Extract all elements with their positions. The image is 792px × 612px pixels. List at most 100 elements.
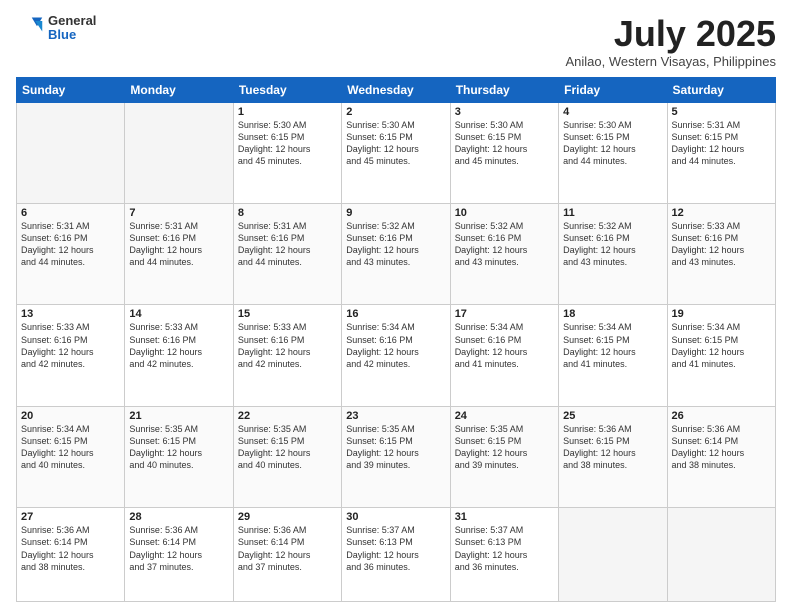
cell-info: Sunrise: 5:31 AM Sunset: 6:16 PM Dayligh… <box>21 220 120 269</box>
calendar-cell: 12Sunrise: 5:33 AM Sunset: 6:16 PM Dayli… <box>667 204 775 305</box>
calendar-cell: 17Sunrise: 5:34 AM Sunset: 6:16 PM Dayli… <box>450 305 558 406</box>
day-number: 5 <box>672 106 771 118</box>
calendar-cell: 11Sunrise: 5:32 AM Sunset: 6:16 PM Dayli… <box>559 204 667 305</box>
logo-text: General Blue <box>48 14 96 43</box>
calendar-cell: 4Sunrise: 5:30 AM Sunset: 6:15 PM Daylig… <box>559 102 667 203</box>
cell-info: Sunrise: 5:37 AM Sunset: 6:13 PM Dayligh… <box>346 524 445 573</box>
calendar-cell: 2Sunrise: 5:30 AM Sunset: 6:15 PM Daylig… <box>342 102 450 203</box>
day-number: 14 <box>129 308 228 320</box>
logo-blue-text: Blue <box>48 28 96 42</box>
weekday-header-thursday: Thursday <box>450 77 558 102</box>
day-number: 29 <box>238 511 337 523</box>
day-number: 3 <box>455 106 554 118</box>
calendar-cell: 23Sunrise: 5:35 AM Sunset: 6:15 PM Dayli… <box>342 406 450 507</box>
day-number: 6 <box>21 207 120 219</box>
calendar-cell: 13Sunrise: 5:33 AM Sunset: 6:16 PM Dayli… <box>17 305 125 406</box>
cell-info: Sunrise: 5:30 AM Sunset: 6:15 PM Dayligh… <box>455 119 554 168</box>
calendar-table: SundayMondayTuesdayWednesdayThursdayFrid… <box>16 77 776 602</box>
calendar-cell: 22Sunrise: 5:35 AM Sunset: 6:15 PM Dayli… <box>233 406 341 507</box>
calendar-cell: 30Sunrise: 5:37 AM Sunset: 6:13 PM Dayli… <box>342 508 450 602</box>
calendar-cell: 3Sunrise: 5:30 AM Sunset: 6:15 PM Daylig… <box>450 102 558 203</box>
calendar-page: General Blue July 2025 Anilao, Western V… <box>0 0 792 612</box>
day-number: 4 <box>563 106 662 118</box>
cell-info: Sunrise: 5:33 AM Sunset: 6:16 PM Dayligh… <box>672 220 771 269</box>
day-number: 13 <box>21 308 120 320</box>
cell-info: Sunrise: 5:32 AM Sunset: 6:16 PM Dayligh… <box>455 220 554 269</box>
calendar-cell <box>17 102 125 203</box>
weekday-header-friday: Friday <box>559 77 667 102</box>
cell-info: Sunrise: 5:34 AM Sunset: 6:15 PM Dayligh… <box>21 423 120 472</box>
cell-info: Sunrise: 5:35 AM Sunset: 6:15 PM Dayligh… <box>346 423 445 472</box>
calendar-cell: 7Sunrise: 5:31 AM Sunset: 6:16 PM Daylig… <box>125 204 233 305</box>
calendar-cell: 5Sunrise: 5:31 AM Sunset: 6:15 PM Daylig… <box>667 102 775 203</box>
cell-info: Sunrise: 5:31 AM Sunset: 6:16 PM Dayligh… <box>129 220 228 269</box>
calendar-cell: 10Sunrise: 5:32 AM Sunset: 6:16 PM Dayli… <box>450 204 558 305</box>
weekday-header-tuesday: Tuesday <box>233 77 341 102</box>
weekday-header-monday: Monday <box>125 77 233 102</box>
day-number: 22 <box>238 410 337 422</box>
day-number: 15 <box>238 308 337 320</box>
weekday-header-saturday: Saturday <box>667 77 775 102</box>
calendar-cell: 8Sunrise: 5:31 AM Sunset: 6:16 PM Daylig… <box>233 204 341 305</box>
cell-info: Sunrise: 5:30 AM Sunset: 6:15 PM Dayligh… <box>238 119 337 168</box>
day-number: 9 <box>346 207 445 219</box>
day-number: 8 <box>238 207 337 219</box>
day-number: 20 <box>21 410 120 422</box>
calendar-cell <box>125 102 233 203</box>
calendar-cell: 27Sunrise: 5:36 AM Sunset: 6:14 PM Dayli… <box>17 508 125 602</box>
calendar-cell: 29Sunrise: 5:36 AM Sunset: 6:14 PM Dayli… <box>233 508 341 602</box>
location: Anilao, Western Visayas, Philippines <box>565 54 776 69</box>
week-row-3: 13Sunrise: 5:33 AM Sunset: 6:16 PM Dayli… <box>17 305 776 406</box>
calendar-cell: 1Sunrise: 5:30 AM Sunset: 6:15 PM Daylig… <box>233 102 341 203</box>
calendar-cell: 15Sunrise: 5:33 AM Sunset: 6:16 PM Dayli… <box>233 305 341 406</box>
weekday-header-row: SundayMondayTuesdayWednesdayThursdayFrid… <box>17 77 776 102</box>
cell-info: Sunrise: 5:30 AM Sunset: 6:15 PM Dayligh… <box>563 119 662 168</box>
calendar-cell: 26Sunrise: 5:36 AM Sunset: 6:14 PM Dayli… <box>667 406 775 507</box>
day-number: 30 <box>346 511 445 523</box>
calendar-cell: 16Sunrise: 5:34 AM Sunset: 6:16 PM Dayli… <box>342 305 450 406</box>
calendar-cell <box>667 508 775 602</box>
weekday-header-sunday: Sunday <box>17 77 125 102</box>
cell-info: Sunrise: 5:36 AM Sunset: 6:14 PM Dayligh… <box>672 423 771 472</box>
day-number: 23 <box>346 410 445 422</box>
cell-info: Sunrise: 5:37 AM Sunset: 6:13 PM Dayligh… <box>455 524 554 573</box>
day-number: 2 <box>346 106 445 118</box>
calendar-cell: 14Sunrise: 5:33 AM Sunset: 6:16 PM Dayli… <box>125 305 233 406</box>
cell-info: Sunrise: 5:31 AM Sunset: 6:16 PM Dayligh… <box>238 220 337 269</box>
cell-info: Sunrise: 5:33 AM Sunset: 6:16 PM Dayligh… <box>238 321 337 370</box>
week-row-5: 27Sunrise: 5:36 AM Sunset: 6:14 PM Dayli… <box>17 508 776 602</box>
cell-info: Sunrise: 5:33 AM Sunset: 6:16 PM Dayligh… <box>129 321 228 370</box>
cell-info: Sunrise: 5:32 AM Sunset: 6:16 PM Dayligh… <box>346 220 445 269</box>
cell-info: Sunrise: 5:30 AM Sunset: 6:15 PM Dayligh… <box>346 119 445 168</box>
calendar-cell: 31Sunrise: 5:37 AM Sunset: 6:13 PM Dayli… <box>450 508 558 602</box>
day-number: 11 <box>563 207 662 219</box>
week-row-4: 20Sunrise: 5:34 AM Sunset: 6:15 PM Dayli… <box>17 406 776 507</box>
cell-info: Sunrise: 5:36 AM Sunset: 6:15 PM Dayligh… <box>563 423 662 472</box>
calendar-cell: 9Sunrise: 5:32 AM Sunset: 6:16 PM Daylig… <box>342 204 450 305</box>
month-year: July 2025 <box>565 14 776 54</box>
week-row-2: 6Sunrise: 5:31 AM Sunset: 6:16 PM Daylig… <box>17 204 776 305</box>
logo-general-text: General <box>48 14 96 28</box>
day-number: 1 <box>238 106 337 118</box>
week-row-1: 1Sunrise: 5:30 AM Sunset: 6:15 PM Daylig… <box>17 102 776 203</box>
day-number: 24 <box>455 410 554 422</box>
cell-info: Sunrise: 5:31 AM Sunset: 6:15 PM Dayligh… <box>672 119 771 168</box>
day-number: 21 <box>129 410 228 422</box>
cell-info: Sunrise: 5:33 AM Sunset: 6:16 PM Dayligh… <box>21 321 120 370</box>
calendar-cell: 18Sunrise: 5:34 AM Sunset: 6:15 PM Dayli… <box>559 305 667 406</box>
cell-info: Sunrise: 5:35 AM Sunset: 6:15 PM Dayligh… <box>455 423 554 472</box>
calendar-cell: 19Sunrise: 5:34 AM Sunset: 6:15 PM Dayli… <box>667 305 775 406</box>
cell-info: Sunrise: 5:34 AM Sunset: 6:15 PM Dayligh… <box>563 321 662 370</box>
day-number: 10 <box>455 207 554 219</box>
day-number: 12 <box>672 207 771 219</box>
calendar-cell: 28Sunrise: 5:36 AM Sunset: 6:14 PM Dayli… <box>125 508 233 602</box>
calendar-cell: 20Sunrise: 5:34 AM Sunset: 6:15 PM Dayli… <box>17 406 125 507</box>
day-number: 26 <box>672 410 771 422</box>
cell-info: Sunrise: 5:35 AM Sunset: 6:15 PM Dayligh… <box>238 423 337 472</box>
logo: General Blue <box>16 14 96 43</box>
weekday-header-wednesday: Wednesday <box>342 77 450 102</box>
header: General Blue July 2025 Anilao, Western V… <box>16 14 776 69</box>
day-number: 25 <box>563 410 662 422</box>
day-number: 17 <box>455 308 554 320</box>
cell-info: Sunrise: 5:36 AM Sunset: 6:14 PM Dayligh… <box>129 524 228 573</box>
